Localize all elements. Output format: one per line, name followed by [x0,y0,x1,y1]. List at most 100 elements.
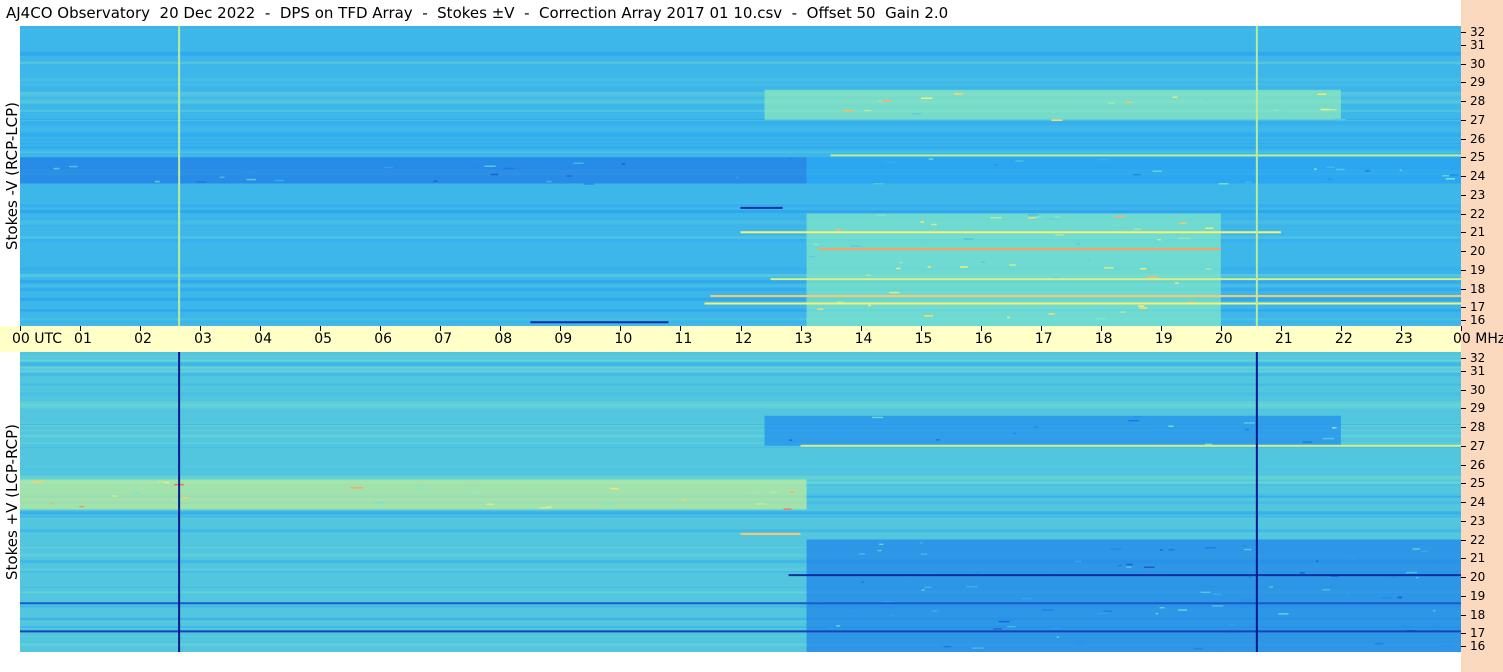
band-speckle [79,505,84,508]
band-speckle [1218,183,1229,185]
noise-stripe [20,27,1461,30]
time-tick-label: 06 [374,331,393,347]
noise-stripe [20,521,1461,523]
band-speckle [787,158,794,160]
noise-stripe [20,239,1461,243]
noise-stripe [20,468,1461,471]
band-speckle [797,444,801,446]
top-spectrogram-svg [20,26,1461,326]
emission-line [830,154,1461,157]
y-tick-label: 21 [1470,551,1486,566]
band-speckle [1168,549,1175,551]
band-speckle [1051,627,1060,630]
time-tick-label: 08 [494,331,513,347]
y-tick-label: 25 [1470,150,1486,165]
time-tick-label: 19 [1154,331,1173,347]
band-speckle [1097,612,1109,615]
band-speckle [1449,174,1459,176]
band-speckle [384,166,394,169]
band-speckle [111,495,118,497]
band-speckle [1432,610,1436,612]
band-speckle [1315,560,1319,562]
y-tick-label: 26 [1470,457,1486,472]
band-speckle [1114,215,1126,218]
bottom-spectrogram-svg [20,352,1461,652]
noise-stripe [20,140,1461,143]
band-speckle [1412,548,1421,550]
band-speckle [1009,264,1016,266]
y-tick-mark [1461,389,1466,391]
band-speckle [1157,239,1161,241]
emission-band [806,213,1221,326]
y-tick-label: 19 [1470,588,1486,603]
band-speckle [1035,216,1041,218]
band-speckle [1374,642,1384,645]
y-tick-label: 16 [1470,639,1486,653]
band-speckle [864,109,871,112]
noise-stripe [20,366,1461,369]
band-speckle [931,223,937,226]
noise-stripe [20,512,1461,514]
emission-band [764,89,1341,120]
band-speckle [1193,647,1203,650]
band-speckle [924,315,933,317]
band-speckle [924,569,932,571]
band-speckle [1421,550,1429,552]
y-tick-mark [1461,558,1466,560]
band-speckle [1155,612,1159,615]
band-speckle [490,173,499,176]
band-speckle [182,497,189,499]
y-tick-mark [1461,614,1466,616]
band-speckle [246,178,256,181]
band-speckle [69,165,78,168]
band-speckle [1076,243,1080,245]
band-speckle [1322,437,1335,440]
band-speckle [769,491,777,493]
y-tick-mark [1461,307,1466,309]
band-speckle [1343,579,1346,581]
band-speckle [817,308,824,310]
band-speckle [1172,96,1178,98]
emission-band [806,157,1461,184]
emission-line [710,295,1461,297]
band-speckle [1126,563,1133,566]
band-speckle [1132,174,1141,176]
y-tick-mark [1461,427,1466,428]
band-speckle [1400,626,1411,628]
band-speckle [877,549,882,552]
band-speckle [1200,591,1211,594]
band-speckle [468,487,481,490]
band-speckle [1097,158,1109,161]
y-tick-label: 28 [1470,420,1486,434]
y-tick-label: 30 [1470,56,1486,71]
band-speckle [1445,178,1455,180]
band-speckle [1133,416,1142,418]
noise-stripe [20,62,1461,64]
band-speckle [1143,566,1155,568]
band-speckle [911,113,921,115]
band-speckle [473,166,481,168]
band-speckle [920,542,923,544]
y-tick-mark [1461,32,1466,33]
emission-line [818,248,1221,251]
band-speckle [1007,625,1016,628]
band-speckle [540,507,549,509]
band-speckle [1331,427,1337,429]
band-speckle [1351,557,1356,560]
vertical-marker [1255,26,1258,326]
y-tick-label: 22 [1470,532,1486,547]
band-speckle [924,586,932,589]
band-speckle [975,571,979,574]
time-tick-label: 21 [1274,331,1293,347]
band-speckle [755,503,767,505]
time-tick-label: 11 [674,331,693,347]
band-speckle [1117,564,1122,567]
band-speckle [994,164,998,166]
band-speckle [486,503,494,506]
emission-line [20,630,1461,633]
noise-stripe [20,138,1461,141]
y-tick-mark [1461,502,1466,503]
band-speckle [1126,566,1132,568]
band-speckle [1327,178,1332,180]
band-speckle [1113,224,1122,227]
